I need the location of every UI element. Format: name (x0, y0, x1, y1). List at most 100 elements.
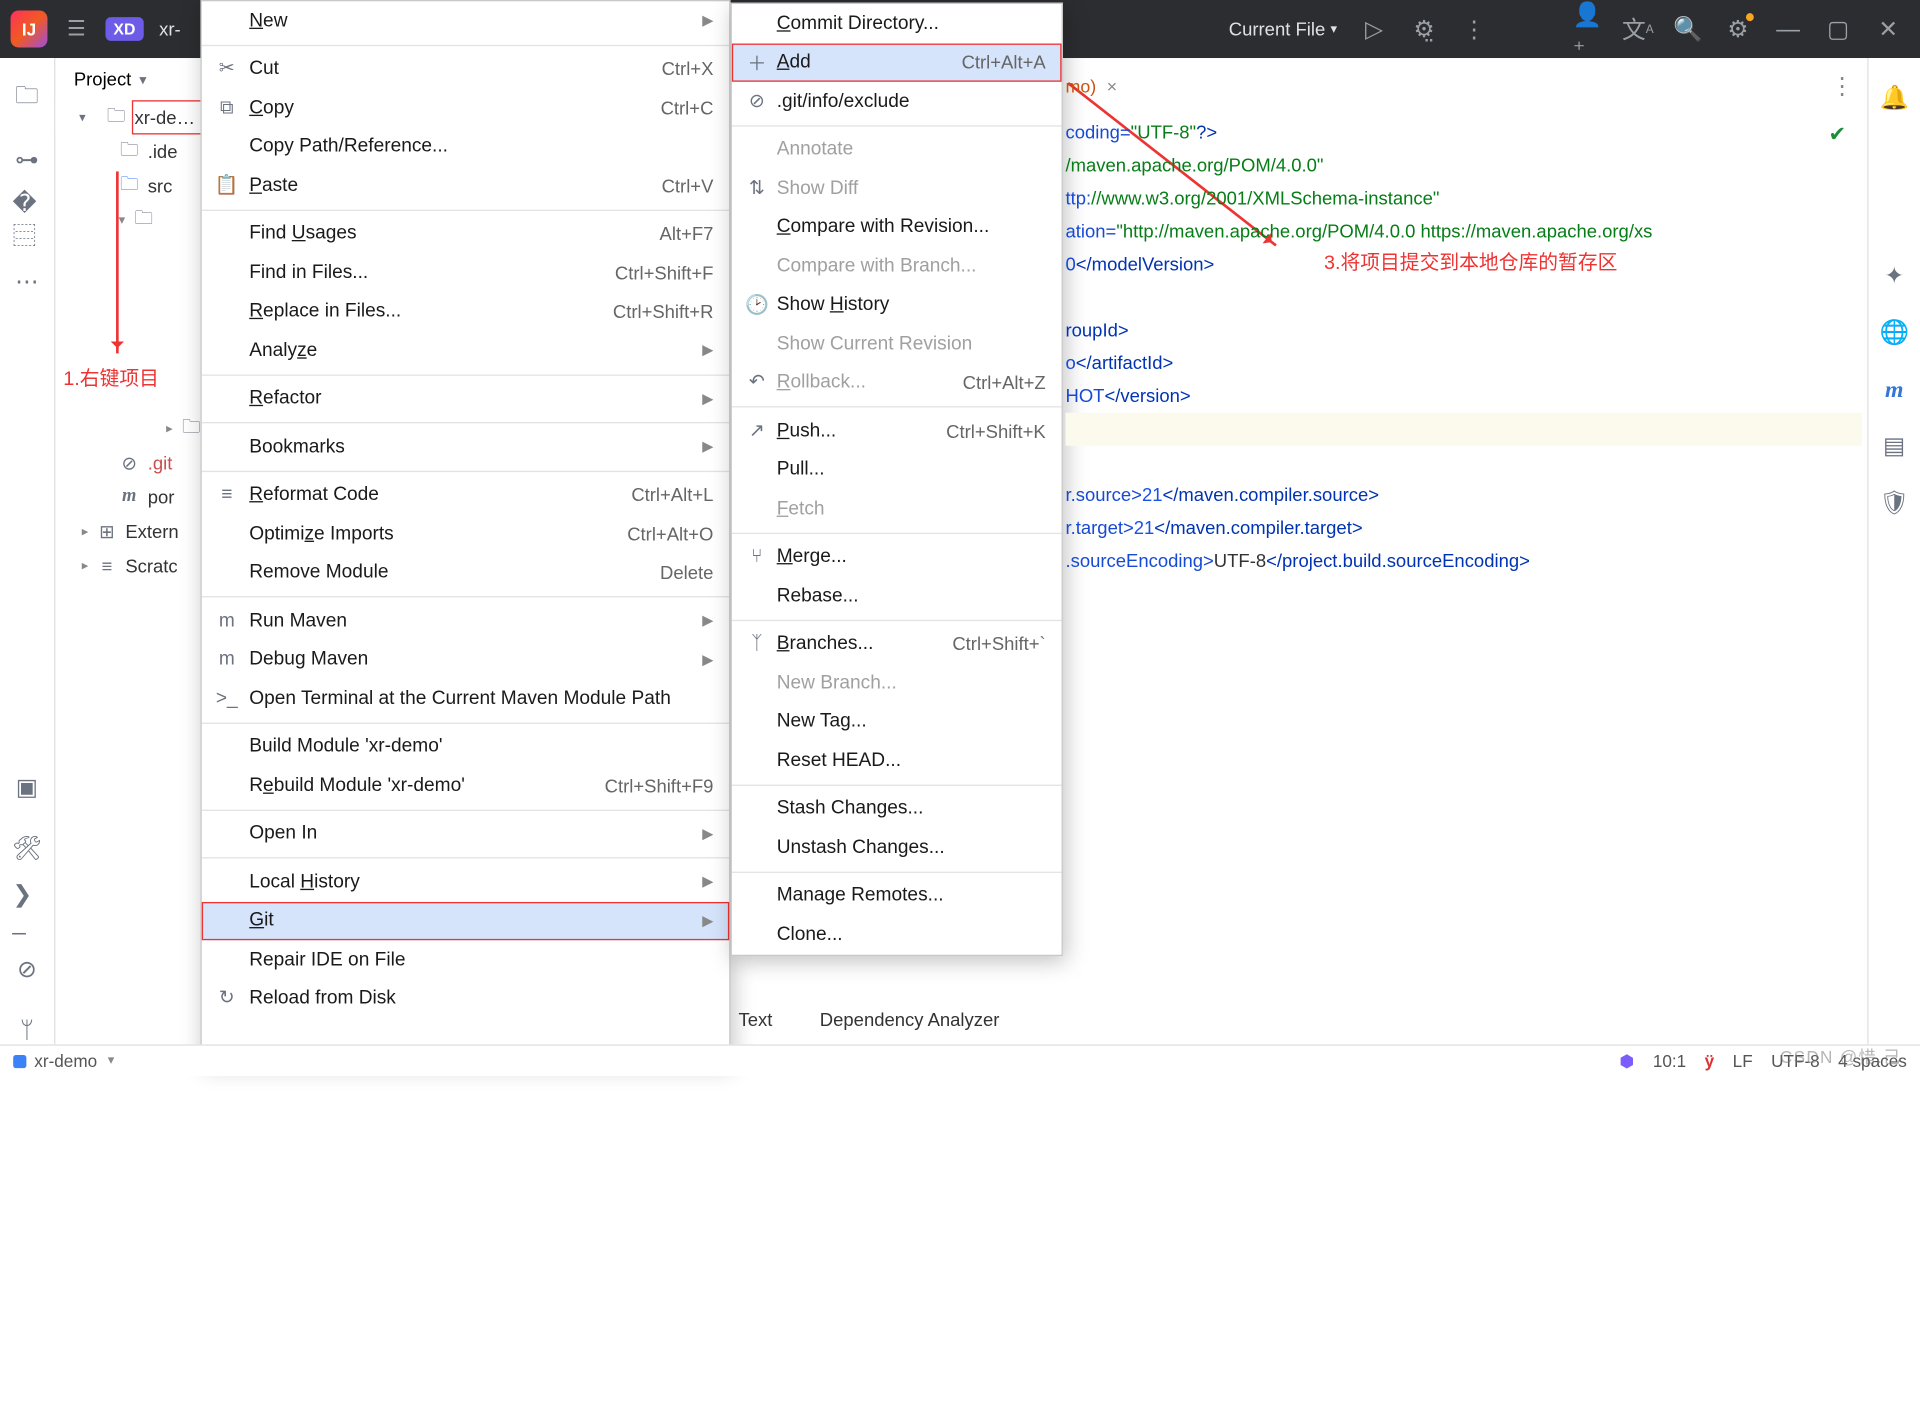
structure-tool-icon[interactable]: �⿳ (13, 206, 42, 235)
menu-item[interactable]: Bookmarks▶ (202, 427, 729, 466)
submenu-item: ⇅Show Diff (732, 169, 1062, 208)
submenu-item[interactable]: ⊘.git/info/exclude (732, 82, 1062, 121)
project-name-truncated: xr- (159, 18, 181, 39)
status-bar: xr-demo ▾ ⬢ 10:1 ÿ LF UTF-8 4 spaces (0, 1044, 1920, 1076)
menu-item[interactable]: ↻Reload from Disk (202, 979, 729, 1018)
menu-item[interactable]: Build Module 'xr-demo' (202, 727, 729, 766)
menu-item[interactable]: Replace in Files...Ctrl+Shift+R (202, 292, 729, 331)
close-window-icon[interactable]: ✕ (1875, 16, 1901, 42)
line-separator[interactable]: LF (1733, 1051, 1753, 1071)
commit-tool-icon[interactable]: ⊶ (13, 145, 42, 174)
editor-bottom-tabs: Text Dependency Analyzer (733, 1000, 1862, 1040)
tab-close-icon[interactable]: × (1107, 76, 1117, 96)
editor-tab[interactable]: mo) (1065, 76, 1096, 96)
submenu-item: New Branch... (732, 663, 1062, 702)
menu-item[interactable]: Git▶ (202, 901, 729, 940)
menu-item[interactable]: 📋PasteCtrl+V (202, 166, 729, 205)
menu-item[interactable]: >_Open Terminal at the Current Maven Mod… (202, 679, 729, 718)
code-with-me-icon[interactable]: 👤₊ (1575, 16, 1601, 42)
ai-status-icon[interactable]: ⬢ (1619, 1050, 1634, 1071)
annotation-arrow-1 (116, 171, 119, 353)
maximize-icon[interactable]: ▢ (1825, 16, 1851, 42)
menu-item[interactable]: Find UsagesAlt+F7 (202, 214, 729, 253)
submenu-item: Annotate (732, 130, 1062, 169)
more-tools-icon[interactable]: ⋯ (13, 266, 42, 295)
problems-tool-icon[interactable]: ⊘ (13, 955, 42, 984)
submenu-item[interactable]: Rebase... (732, 576, 1062, 615)
database-tool-icon[interactable]: ▤ (1883, 433, 1905, 461)
menu-item[interactable]: ≡Reformat CodeCtrl+Alt+L (202, 475, 729, 514)
ai-assistant-icon[interactable]: ✦ (1884, 262, 1904, 290)
menu-item[interactable]: New▶ (202, 1, 729, 40)
annotation-1: 1.右键项目 (63, 364, 159, 392)
submenu-item[interactable]: New Tag... (732, 702, 1062, 741)
chevron-down-icon[interactable]: ▾ (108, 1054, 115, 1069)
submenu-item: Fetch (732, 489, 1062, 528)
search-icon[interactable]: 🔍 (1675, 16, 1701, 42)
submenu-item[interactable]: Commit Directory... (732, 4, 1062, 43)
left-tool-rail: 🗀 ⊶ �⿳ ⋯ ▣ 🛠 ❯_ ⊘ ᛘ (0, 58, 55, 1044)
minimize-icon[interactable]: — (1775, 16, 1801, 42)
settings-icon[interactable]: ⚙ (1725, 16, 1751, 42)
run-icon[interactable]: ▷ (1361, 16, 1387, 42)
menu-item[interactable]: Remove ModuleDelete (202, 553, 729, 592)
more-actions-icon[interactable]: ⋮ (1461, 16, 1487, 42)
editor-bottom-tab-text[interactable]: Text (738, 1009, 772, 1030)
submenu-item[interactable]: Pull... (732, 450, 1062, 489)
submenu-item: ↶Rollback...Ctrl+Alt+Z (732, 363, 1062, 402)
submenu-item[interactable]: 🕑Show History (732, 285, 1062, 324)
debug-icon[interactable]: ⚙̤ (1411, 16, 1437, 42)
context-menu-main: New▶ ✂CutCtrl+X⧉CopyCtrl+CCopy Path/Refer… (200, 0, 730, 1063)
menu-item[interactable]: Open In▶ (202, 814, 729, 853)
terminal-tool-icon[interactable]: ❯_ (13, 894, 42, 923)
submenu-item[interactable]: ＋AddCtrl+Alt+A (732, 43, 1062, 82)
menu-item[interactable]: Refactor▶ (202, 379, 729, 418)
project-panel-title: Project (74, 69, 131, 90)
project-tool-icon[interactable]: 🗀 (13, 84, 42, 113)
submenu-item[interactable]: Compare with Revision... (732, 208, 1062, 247)
xd-badge: XD (105, 17, 143, 41)
git-tool-icon[interactable]: ᛘ (13, 1015, 42, 1044)
run-config-selector[interactable]: Current File ▾ (1229, 18, 1337, 39)
menu-item[interactable]: mDebug Maven▶ (202, 640, 729, 679)
menu-item[interactable]: Repair IDE on File (202, 940, 729, 979)
chevron-down-icon: ▾ (139, 71, 146, 88)
main-menu-icon[interactable]: ☰ (63, 16, 89, 42)
menu-item[interactable]: ✂CutCtrl+X (202, 49, 729, 88)
submenu-item[interactable]: Stash Changes... (732, 789, 1062, 828)
menu-item[interactable]: Copy Path/Reference... (202, 127, 729, 166)
submenu-item: Show Current Revision (732, 324, 1062, 363)
shield-icon[interactable]: 🛡 (1879, 489, 1909, 517)
status-indicator-icon (13, 1054, 26, 1067)
code-editor[interactable]: coding="UTF-8"?>/maven.apache.org/POM/4.… (1065, 116, 1861, 997)
editor-tabs: mo) × ⋮ (1065, 63, 1861, 108)
right-tool-rail: 🔔 ✦ 🌐 m ▤ 🛡 (1867, 58, 1920, 1044)
editor-tab-more-icon[interactable]: ⋮ (1830, 72, 1862, 100)
encoding-y-icon[interactable]: ÿ (1705, 1051, 1715, 1071)
menu-item[interactable]: Local History▶ (202, 862, 729, 901)
submenu-item[interactable]: Reset HEAD... (732, 741, 1062, 780)
caret-position[interactable]: 10:1 (1653, 1051, 1686, 1071)
menu-item[interactable]: Rebuild Module 'xr-demo'Ctrl+Shift+F9 (202, 766, 729, 805)
notifications-icon[interactable]: 🔔 (1879, 84, 1909, 112)
menu-item[interactable]: Find in Files...Ctrl+Shift+F (202, 253, 729, 292)
submenu-item: Compare with Branch... (732, 247, 1062, 286)
submenu-item[interactable]: Clone... (732, 915, 1062, 954)
menu-item[interactable]: ⧉CopyCtrl+C (202, 88, 729, 127)
menu-item[interactable]: Analyze▶ (202, 331, 729, 370)
menu-item[interactable]: mRun Maven▶ (202, 601, 729, 640)
maven-tool-icon[interactable]: m (1885, 376, 1903, 404)
watermark: CSDN @惜.己 (1780, 1043, 1902, 1068)
build-tool-icon[interactable]: 🛠 (13, 833, 42, 862)
submenu-item[interactable]: ᛉBranches...Ctrl+Shift+` (732, 624, 1062, 663)
submenu-item[interactable]: ⑂Merge... (732, 537, 1062, 576)
submenu-item[interactable]: Manage Remotes... (732, 876, 1062, 915)
menu-item[interactable]: Optimize ImportsCtrl+Alt+O (202, 514, 729, 553)
services-tool-icon[interactable]: ▣ (13, 773, 42, 802)
submenu-item[interactable]: Unstash Changes... (732, 828, 1062, 867)
translate-icon[interactable]: 文A (1625, 16, 1651, 42)
status-project[interactable]: xr-demo (34, 1051, 97, 1071)
submenu-item[interactable]: ↗Push...Ctrl+Shift+K (732, 411, 1062, 450)
editor-bottom-tab-deps[interactable]: Dependency Analyzer (820, 1009, 1000, 1030)
web-icon[interactable]: 🌐 (1879, 319, 1909, 347)
